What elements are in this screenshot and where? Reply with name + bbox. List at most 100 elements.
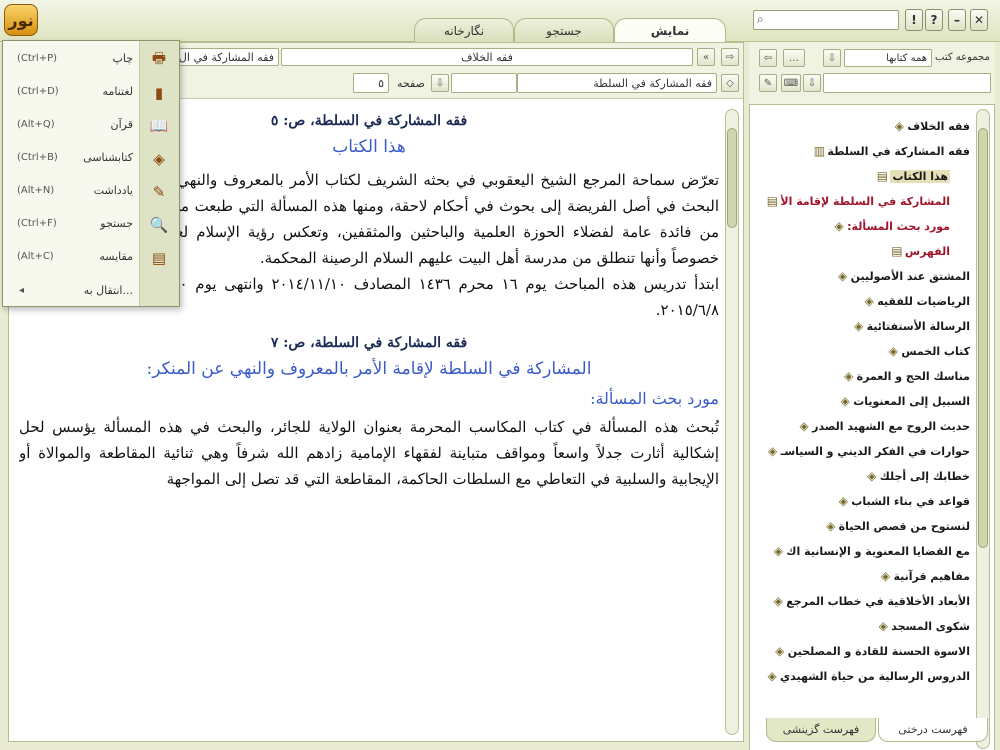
- tree-item[interactable]: ◈ الرياضيات للفقيه: [857, 290, 970, 312]
- tree-item[interactable]: ◈ السبيل إلى المعنويات: [833, 390, 970, 412]
- tree-item[interactable]: ▤ المشاركة في السلطة لإقامة الأ: [760, 190, 950, 212]
- menu-label: مقایسه: [99, 250, 133, 263]
- menu-label: چاپ: [112, 52, 133, 65]
- tree-item-label: المشتق عند الأصوليين: [850, 269, 970, 283]
- book-icon: ◈: [880, 569, 891, 583]
- page-icon: ▤: [876, 169, 889, 183]
- location-field[interactable]: فقه المشاركة في السلطة: [517, 73, 717, 93]
- help-button[interactable]: ?: [925, 9, 943, 31]
- tree-item-label: الاسوة الحسنة للقادة و المصلحين: [787, 644, 970, 658]
- tree-item[interactable]: ◈ مع القضايا المعنوية و الإنسانية اك: [766, 540, 970, 562]
- info-button[interactable]: !: [905, 9, 923, 31]
- tree-item-label: الأبعاد الأخلاقية في خطاب المرجع: [786, 594, 970, 608]
- book-icon: ◈: [838, 494, 848, 508]
- tree-item[interactable]: ◈ الدروس الرسالية من حياة الشهيدي: [760, 665, 970, 687]
- tree-item[interactable]: ▤ الفهرس: [885, 240, 950, 262]
- submenu-arrow-icon: ◂: [19, 285, 25, 296]
- tab-view[interactable]: نمایش: [614, 18, 726, 43]
- menu-item-dictionary[interactable]: (Ctrl+D) لغتنامه ▮: [3, 76, 179, 109]
- menu-item-compare[interactable]: (Alt+C) مقایسه ▤: [3, 241, 179, 274]
- settings-button[interactable]: ✎: [759, 74, 777, 92]
- tree-item[interactable]: ◈ مناسك الحج و العمرة: [837, 365, 970, 387]
- tree-item[interactable]: ◈ فقه الخلاف: [887, 115, 970, 137]
- tab-tree-index[interactable]: فهرست درختی: [878, 718, 988, 742]
- tree-item[interactable]: ◈ الرسالة الأستفتائية: [847, 315, 970, 337]
- book-icon: ◈: [773, 544, 784, 558]
- keyboard-button[interactable]: ⌨: [781, 74, 801, 92]
- tabs-scroll-button[interactable]: «: [697, 48, 715, 66]
- tab-search[interactable]: جستجو: [514, 18, 614, 42]
- book-icon: ◈: [826, 519, 836, 533]
- arrow-right-icon: ⇨: [725, 51, 735, 63]
- tree-search-input[interactable]: [823, 73, 991, 93]
- page-dropdown[interactable]: [451, 73, 517, 93]
- menu-item-quran[interactable]: (Alt+Q) قرآن 📖: [3, 109, 179, 142]
- tab-selective-index[interactable]: فهرست گزینشی: [766, 718, 876, 742]
- tree-item[interactable]: ◈ لنستوح من قصص الحياة: [819, 515, 970, 537]
- menu-item-goto[interactable]: ◂ انتقال به...: [3, 275, 179, 308]
- tree-item-label: الرسالة الأستفتائية: [866, 319, 970, 333]
- section-subtitle: مورد بحث المسألة:: [590, 389, 719, 408]
- tree-item-label: كتاب الخمس: [901, 344, 970, 358]
- tree-item[interactable]: ◈ الأبعاد الأخلاقية في خطاب المرجع: [766, 590, 970, 612]
- app-logo[interactable]: نور: [4, 4, 38, 36]
- page-down-button[interactable]: ⇩: [431, 74, 449, 92]
- tree-item[interactable]: ◈ المشتق عند الأصوليين: [831, 265, 970, 287]
- collection-down-button[interactable]: ⇩: [823, 49, 841, 67]
- bibliography-icon: ◈: [153, 150, 165, 168]
- tree-item-label: الفهرس: [904, 244, 950, 258]
- menu-item-note[interactable]: (Alt+N) یادداشت ✎: [3, 175, 179, 208]
- bookmark-button[interactable]: ◇: [721, 74, 739, 92]
- dictionary-icon: ▮: [154, 84, 164, 102]
- close-button[interactable]: ✕: [970, 9, 988, 31]
- tab-title: فقه الخلاف: [461, 50, 513, 64]
- book-tab-fiqh-khilaf[interactable]: فقه الخلاف: [281, 48, 693, 66]
- tree-item[interactable]: ◈ مفاهيم قرآنية: [873, 565, 970, 587]
- menu-item-search[interactable]: (Ctrl+F) جستجو 🔍: [3, 208, 179, 241]
- book-icon: ◈: [878, 619, 888, 633]
- global-search-input[interactable]: ⌕: [753, 10, 899, 30]
- menu-shortcut: (Ctrl+P): [17, 53, 58, 64]
- menu-shortcut: (Ctrl+B): [17, 152, 58, 163]
- scroll-thumb[interactable]: [978, 128, 988, 548]
- collection-select[interactable]: همه کتابها: [844, 49, 932, 67]
- forward-button[interactable]: ⇨: [721, 48, 739, 66]
- book-icon: ◈: [773, 594, 783, 608]
- tree-item[interactable]: ◈ شكوى المسجد: [871, 615, 970, 637]
- book-icon: ◈: [838, 269, 848, 283]
- back-button[interactable]: ⇦: [759, 49, 777, 67]
- menu-label: قرآن: [110, 118, 133, 131]
- tree-item[interactable]: ◈ الاسوة الحسنة للقادة و المصلحين: [768, 640, 970, 662]
- page-value: ٥: [378, 76, 384, 90]
- tree-item[interactable]: ◈ مورد بحث المسألة:: [827, 215, 950, 237]
- tree-item[interactable]: ◈ حديث الروح مع الشهيد الصدر: [792, 415, 970, 437]
- page-input[interactable]: ٥: [353, 73, 389, 93]
- menu-item-print[interactable]: (Ctrl+P) چاپ 🖶: [3, 43, 179, 76]
- scroll-thumb[interactable]: [727, 128, 737, 228]
- content-scrollbar[interactable]: [725, 109, 739, 735]
- help-icon: ?: [930, 13, 938, 27]
- tree-scrollbar[interactable]: [976, 109, 990, 749]
- book-icon: ◈: [840, 394, 850, 408]
- more-button[interactable]: …: [783, 49, 805, 67]
- tree-item[interactable]: ◈ قواعد في بناء الشباب: [831, 490, 970, 512]
- note-icon: ✎: [152, 183, 166, 201]
- minimize-button[interactable]: –: [948, 9, 966, 31]
- tree-item-label: حديث الروح مع الشهيد الصدر: [812, 419, 970, 433]
- tree-item[interactable]: ◈ حوارات في الفكر الديني و السياسـ: [761, 440, 970, 462]
- menu-item-bibliography[interactable]: (Ctrl+B) کتابشناسی ◈: [3, 142, 179, 175]
- quran-icon: 📖: [149, 117, 169, 135]
- tree-item[interactable]: ▤ هذا الكتاب: [870, 165, 950, 187]
- menu-shortcut: (Ctrl+F): [17, 218, 57, 229]
- tree-item[interactable]: ▥ فقه المشاركة في السلطة: [807, 140, 970, 162]
- compare-icon: ▤: [151, 249, 167, 267]
- tab-label: جستجو: [546, 23, 582, 38]
- logo-text: نور: [8, 10, 34, 30]
- tree-search-down-button[interactable]: ⇩: [803, 74, 821, 92]
- more-icon: …: [789, 52, 799, 64]
- tree-item[interactable]: ◈ خطابك إلى أجلك: [860, 465, 970, 487]
- tab-gallery[interactable]: نگارخانه: [414, 18, 514, 42]
- tree-item[interactable]: ◈ كتاب الخمس: [881, 340, 970, 362]
- tree-item-label: شكوى المسجد: [891, 619, 970, 633]
- info-icon: !: [911, 13, 917, 27]
